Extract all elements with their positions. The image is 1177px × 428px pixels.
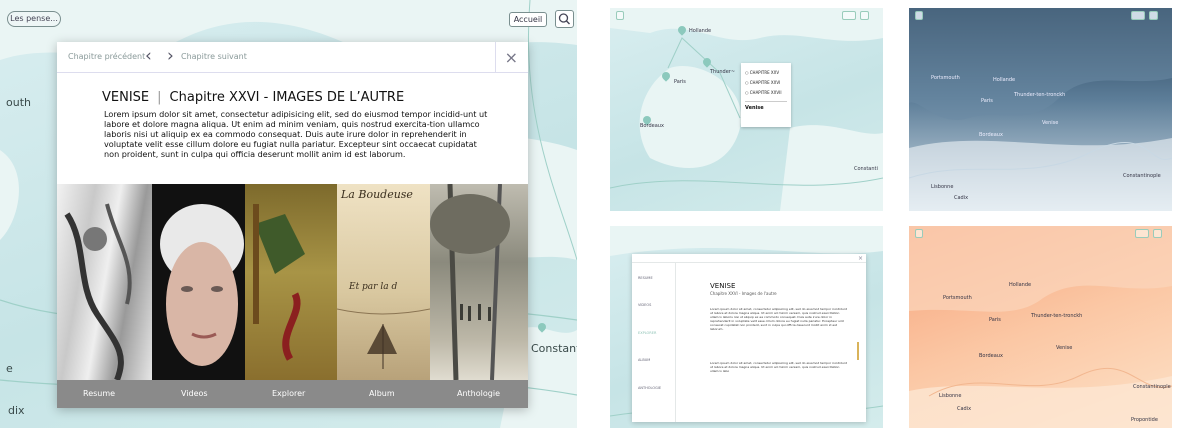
place-label: Thunder-ten-tronckh [1014, 92, 1066, 98]
scrollbar-thumb[interactable] [857, 342, 859, 360]
place-label: Lisbonne [939, 393, 962, 399]
menu-item[interactable]: RESUME [638, 276, 653, 280]
menu-item[interactable]: EXPLORER [638, 331, 656, 335]
chapter-text: Lorem ipsum dolor sit amet, consectetur … [104, 109, 488, 159]
menu-item[interactable]: ALBUM [638, 358, 650, 362]
search-button[interactable] [1153, 229, 1162, 238]
search-button[interactable] [1149, 11, 1158, 20]
city-name: VENISE [102, 90, 150, 105]
home-button[interactable]: Accueil [509, 12, 547, 27]
prev-chapter-link[interactable]: Chapitre précédent [68, 52, 145, 61]
top-left-button[interactable] [915, 11, 923, 20]
place-label: Bordeaux [979, 132, 1003, 138]
top-left-button[interactable]: Les pense... [7, 11, 61, 27]
map-label-constanti: Constanti [531, 342, 577, 355]
chevron-left-icon[interactable]: ‹ [145, 48, 152, 65]
place-label: Hollande [1009, 282, 1032, 288]
option-label: CHAPITRE XXVI [749, 80, 781, 85]
panel-navbar [632, 254, 866, 263]
chapter-name: Chapitre XXVI - IMAGES DE L’AUTRE [169, 90, 405, 105]
home-button[interactable] [1131, 11, 1145, 20]
place-label: Constanti [854, 166, 878, 172]
place-label: Lisbonne [931, 184, 954, 190]
main-screenshot: Les pense... Accueil outh e dix Constant… [0, 0, 577, 428]
home-button[interactable] [1135, 229, 1149, 238]
search-button[interactable] [555, 10, 574, 28]
place-label: Cadix [954, 195, 969, 201]
tab-videos[interactable]: Videos [181, 389, 208, 398]
reading-title: VENISE [710, 282, 736, 290]
search-icon [558, 13, 570, 25]
place-label: Portsmouth [931, 75, 960, 81]
tab-album[interactable]: Album [369, 389, 395, 398]
chapter-modal: Chapitre précédent ‹ › Chapitre suivant … [57, 42, 528, 408]
home-button[interactable] [842, 11, 856, 20]
image-gallery: La Boudeuse Et par la d [57, 184, 528, 380]
place-label: Bordeaux [979, 353, 1003, 359]
option-label: CHAPITRE XXV [749, 70, 780, 75]
place-label: Constantinople [1123, 173, 1161, 179]
top-left-button[interactable] [915, 229, 923, 238]
next-chapter-link[interactable]: Chapitre suivant [181, 52, 247, 61]
menu-item[interactable]: ANTHOLOGIE [638, 386, 661, 390]
gallery-image-manuscript[interactable] [245, 184, 337, 380]
reading-panel: × RESUME VIDEOS EXPLORER ALBUM ANTHOLOGI… [632, 254, 866, 422]
place-label: Paris [981, 98, 993, 104]
place-label: Constantinople [1133, 384, 1171, 390]
reading-screenshot: × RESUME VIDEOS EXPLORER ALBUM ANTHOLOGI… [610, 226, 883, 428]
letter-script-line-2: Et par la d [349, 282, 398, 292]
chevron-right-icon[interactable]: › [167, 48, 174, 65]
option-label: CHAPITRE XXVII [749, 90, 782, 95]
section-tabs: Resume Videos Explorer Album Anthologie [57, 380, 528, 408]
chapter-title: VENISE | Chapitre XXVI - IMAGES DE L’AUTRE [102, 90, 404, 105]
chapter-popup: ○ CHAPITRE XXV ○ CHAPITRE XXVI ○ CHAPITR… [741, 63, 791, 127]
close-icon[interactable]: × [505, 48, 518, 67]
gallery-image-engraving[interactable] [57, 184, 152, 380]
close-icon[interactable]: × [858, 255, 863, 262]
map-label-south: outh [6, 96, 31, 109]
place-label: Portsmouth [943, 295, 972, 301]
gallery-image-portrait[interactable] [152, 184, 245, 380]
place-label: Paris [674, 79, 686, 85]
place-label: Hollande [689, 28, 712, 34]
divider [495, 42, 496, 73]
tab-anthologie[interactable]: Anthologie [457, 389, 500, 398]
menu-item[interactable]: VIDEOS [638, 303, 651, 307]
gallery-image-letter[interactable]: La Boudeuse Et par la d [336, 184, 431, 380]
tab-explorer[interactable]: Explorer [272, 389, 305, 398]
panel-menu: RESUME VIDEOS EXPLORER ALBUM ANTHOLOGIE [632, 263, 676, 422]
reading-paragraph: Lorem ipsum dolor sit amet, consectetur … [710, 307, 847, 331]
map-background [909, 8, 1172, 211]
place-label: Thunder-ten-tronckh [1031, 313, 1083, 319]
place-label: Thunder~ [710, 69, 736, 75]
place-label: Venise [1042, 120, 1059, 126]
search-button[interactable] [860, 11, 869, 20]
place-label: Venise [1056, 345, 1073, 351]
chapter-navbar: Chapitre précédent ‹ › Chapitre suivant … [57, 42, 528, 73]
chapter-option[interactable]: ○ CHAPITRE XXV [745, 70, 787, 75]
map-label-e: e [6, 362, 13, 375]
blue-map-screenshot: Portsmouth Hollande Paris Thunder-ten-tr… [909, 8, 1172, 211]
letter-script-line-1: La Boudeuse [341, 188, 413, 201]
title-divider: | [157, 90, 162, 105]
orange-map-screenshot: Portsmouth Hollande Paris Thunder-ten-tr… [909, 226, 1172, 428]
map-label-dix: dix [8, 404, 25, 417]
place-label: Cadix [957, 406, 972, 412]
chapter-option[interactable]: ○ CHAPITRE XXVII [745, 90, 787, 95]
reading-subtitle: Chapitre XXVI - Images de l'autre [710, 291, 777, 296]
place-label: Hollande [993, 77, 1016, 83]
map-popup-screenshot: Hollande Paris Thunder~ Bordeaux Constan… [610, 8, 883, 211]
chapter-option[interactable]: ○ CHAPITRE XXVI [745, 80, 787, 85]
place-label: Paris [989, 317, 1001, 323]
tab-resume[interactable]: Resume [83, 389, 115, 398]
place-label: Bordeaux [640, 123, 664, 129]
reading-paragraph: Lorem ipsum dolor sit amet, consectetur … [710, 361, 847, 373]
gallery-image-forest[interactable] [430, 184, 528, 380]
selected-city: Venise [745, 101, 787, 111]
top-left-button[interactable] [616, 11, 624, 20]
place-label: Propontide [1131, 417, 1158, 423]
